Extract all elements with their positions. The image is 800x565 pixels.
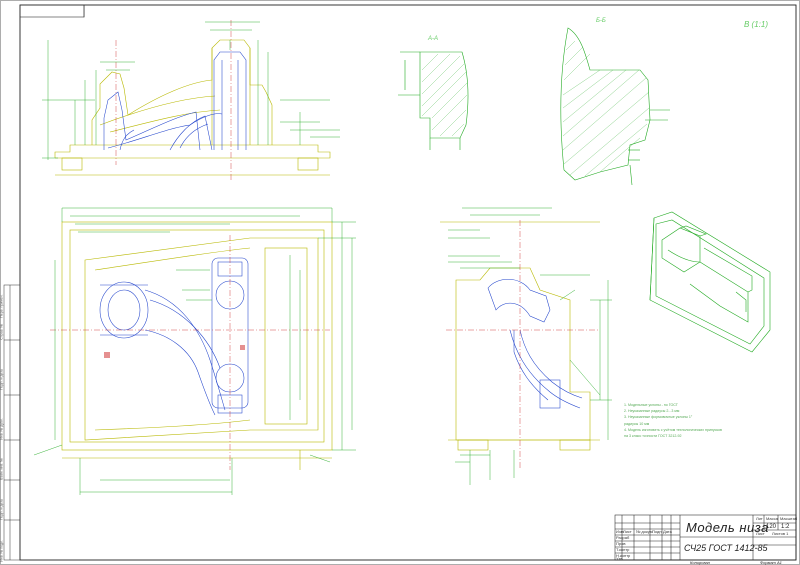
- side-stamp-label: Инв. № подл.: [0, 539, 4, 562]
- side-stamp-label: Инв. № дубл.: [0, 418, 4, 440]
- title-block-label: Утв: [616, 556, 623, 561]
- technical-notes: 1. Модельные уклоны - по ГОСТ 2. Неуказа…: [624, 402, 722, 439]
- title-block-label: Разраб: [616, 535, 630, 540]
- material-spec: СЧ25 ГОСТ 1412-85: [684, 543, 768, 553]
- note-line: на 3 класс точности ГОСТ 3212-92: [624, 434, 682, 439]
- title-block-label: Лит: [756, 516, 763, 521]
- title-block-label: Листов 1: [772, 531, 789, 536]
- side-stamp-label: Перв. примен.: [0, 294, 4, 318]
- detail-view-label: В (1:1): [744, 20, 769, 29]
- title-block-label: Пров: [616, 541, 626, 546]
- title-block-label: Т.контр: [616, 547, 630, 552]
- title-block-label: Дата: [663, 529, 672, 534]
- title-block-label: Масштаб: [780, 516, 798, 521]
- scale-value: 1:2: [781, 524, 790, 530]
- title-block-label: № докум: [636, 529, 653, 534]
- section-b-b-label: Б-Б: [596, 18, 606, 24]
- side-stamp-label: Подп. и дата: [0, 369, 4, 390]
- title-block-label: Подп: [652, 529, 662, 534]
- mass-value: 120: [766, 524, 777, 530]
- title-block-label: Лист: [623, 529, 632, 534]
- side-stamp-labels: Инв. № подл. Подп. и дата Взам. инв. № И…: [0, 0, 20, 565]
- title-block-label: Лист: [756, 531, 765, 536]
- title-block-label: Масса: [766, 516, 778, 521]
- drawing-sheet: [0, 0, 800, 565]
- copied-label: Копировал: [690, 560, 710, 565]
- format-label: Формат А1: [760, 560, 782, 565]
- side-stamp-label: Подп. и дата: [0, 499, 4, 520]
- side-stamp-label: Взам. инв. №: [0, 458, 4, 480]
- section-a-a-label: А-А: [428, 36, 439, 42]
